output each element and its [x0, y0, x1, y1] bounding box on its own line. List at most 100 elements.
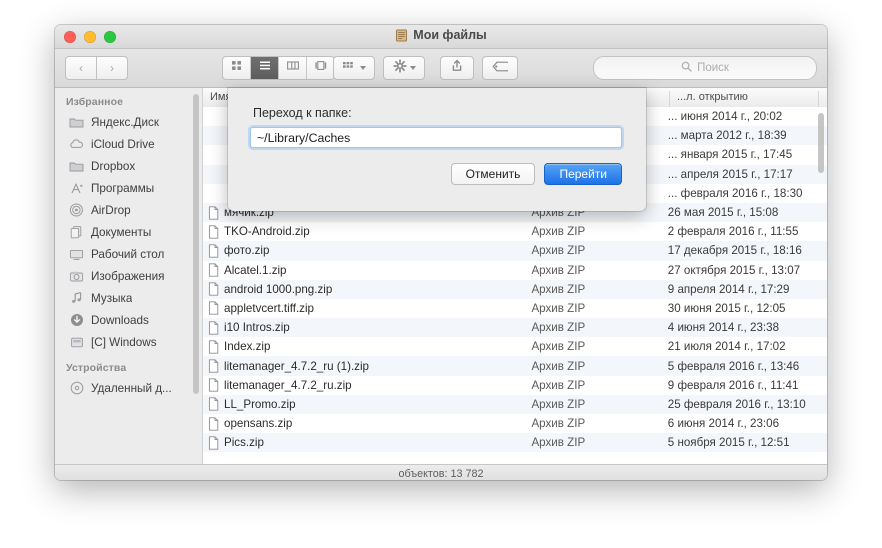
- forward-button[interactable]: ›: [97, 56, 128, 80]
- sidebar-item-dropbox[interactable]: Dropbox: [55, 155, 202, 177]
- file-kind-cell: Архив ZIP: [531, 244, 667, 257]
- file-date-cell: 5 февраля 2016 г., 13:46: [668, 360, 827, 373]
- chevron-right-icon: ›: [110, 61, 114, 75]
- sidebar-item-desktop[interactable]: Рабочий стол: [55, 243, 202, 265]
- chevron-left-icon: ‹: [79, 61, 83, 75]
- file-name-cell: Index.zip: [203, 340, 531, 354]
- zip-file-icon: [208, 263, 219, 277]
- sidebar-item-c-windows[interactable]: [C] Windows: [55, 331, 202, 353]
- file-name-text: litemanager_4.7.2_ru (1).zip: [224, 360, 369, 373]
- window-titlebar[interactable]: Мои файлы: [55, 25, 827, 49]
- documents-icon: [69, 225, 84, 240]
- search-field[interactable]: Поиск: [593, 56, 817, 80]
- file-name-cell: i10 Intros.zip: [203, 321, 531, 335]
- goto-folder-label: Переход к папке:: [253, 106, 352, 120]
- table-row[interactable]: android 1000.png.zip Архив ZIP 9 апреля …: [203, 280, 827, 299]
- file-name-cell: appletvcert.tiff.zip: [203, 301, 531, 315]
- back-button[interactable]: ‹: [65, 56, 97, 80]
- file-name-cell: litemanager_4.7.2_ru (1).zip: [203, 359, 531, 373]
- sidebar-item-label: Программы: [91, 182, 154, 195]
- applications-icon: [69, 181, 84, 196]
- table-row[interactable]: TKO-Android.zip Архив ZIP 2 февраля 2016…: [203, 222, 827, 241]
- sidebar-item-label: AirDrop: [91, 204, 131, 217]
- sidebar-item-label: [C] Windows: [91, 336, 157, 349]
- file-name-text: appletvcert.tiff.zip: [224, 302, 314, 315]
- sidebar-item-remote-disc[interactable]: Удаленный д...: [55, 377, 202, 399]
- downloads-icon: [69, 313, 84, 328]
- action-gear-button[interactable]: [383, 56, 425, 80]
- music-note-icon: [69, 291, 84, 306]
- zip-file-icon: [208, 244, 219, 258]
- file-date-cell: 25 февраля 2016 г., 13:10: [668, 398, 827, 411]
- goto-folder-buttons: Отменить Перейти: [451, 163, 622, 185]
- sidebar-item-documents[interactable]: Документы: [55, 221, 202, 243]
- pictures-icon: [69, 269, 84, 284]
- go-button[interactable]: Перейти: [544, 163, 622, 185]
- file-name-cell: litemanager_4.7.2_ru.zip: [203, 378, 531, 392]
- list-view-button[interactable]: [251, 57, 279, 79]
- file-kind-cell: Архив ZIP: [531, 264, 667, 277]
- desktop-background: Мои файлы ‹ ›: [0, 0, 882, 548]
- goto-folder-input[interactable]: ~/Library/Caches: [250, 127, 622, 148]
- window-title-text: Мои файлы: [413, 28, 486, 42]
- table-row[interactable]: litemanager_4.7.2_ru (1).zip Архив ZIP 5…: [203, 356, 827, 375]
- arrange-icon: [342, 59, 357, 77]
- zip-file-icon: [208, 397, 219, 411]
- window-body: Избранное Яндекс.Диск iCloud Drive: [55, 88, 827, 464]
- table-row[interactable]: appletvcert.tiff.zip Архив ZIP 30 июня 2…: [203, 299, 827, 318]
- table-row[interactable]: i10 Intros.zip Архив ZIP 4 июня 2014 г.,…: [203, 318, 827, 337]
- gallery-view-icon: [314, 59, 328, 77]
- sidebar-item-downloads[interactable]: Downloads: [55, 309, 202, 331]
- sidebar-item-applications[interactable]: Программы: [55, 177, 202, 199]
- file-list-scrollbar[interactable]: [818, 113, 824, 173]
- table-row[interactable]: opensans.zip Архив ZIP 6 июня 2014 г., 2…: [203, 414, 827, 433]
- sidebar: Избранное Яндекс.Диск iCloud Drive: [55, 88, 203, 464]
- sidebar-item-icloud-drive[interactable]: iCloud Drive: [55, 133, 202, 155]
- search-placeholder: Поиск: [697, 62, 729, 74]
- file-date-cell: 6 июня 2014 г., 23:06: [668, 417, 827, 430]
- file-date-cell: 17 декабря 2015 г., 18:16: [668, 244, 827, 257]
- sidebar-section-devices-header: Устройства: [55, 353, 202, 377]
- list-view-icon: [258, 59, 272, 77]
- file-name-cell: Pics.zip: [203, 436, 531, 450]
- file-date-cell: ... апреля 2015 г., 17:17: [668, 168, 827, 181]
- sidebar-item-music[interactable]: Музыка: [55, 287, 202, 309]
- table-row[interactable]: Alcatel.1.zip Архив ZIP 27 октября 2015 …: [203, 261, 827, 280]
- table-row[interactable]: litemanager_4.7.2_ru.zip Архив ZIP 9 фев…: [203, 376, 827, 395]
- column-view-button[interactable]: [279, 57, 307, 79]
- icon-view-button[interactable]: [223, 57, 251, 79]
- file-date-cell: 27 октября 2015 г., 13:07: [668, 264, 827, 277]
- table-row[interactable]: Index.zip Архив ZIP 21 июля 2014 г., 17:…: [203, 337, 827, 356]
- status-bar: объектов: 13 782: [55, 464, 827, 480]
- file-date-cell: 5 ноября 2015 г., 12:51: [668, 436, 827, 449]
- share-button[interactable]: [440, 56, 474, 80]
- cancel-button[interactable]: Отменить: [451, 163, 536, 185]
- zip-file-icon: [208, 378, 219, 392]
- sidebar-item-yandex-disk[interactable]: Яндекс.Диск: [55, 111, 202, 133]
- sidebar-scrollbar[interactable]: [193, 94, 199, 394]
- gallery-view-button[interactable]: [307, 57, 334, 79]
- sidebar-item-airdrop[interactable]: AirDrop: [55, 199, 202, 221]
- tag-button[interactable]: [482, 56, 518, 80]
- column-header-date[interactable]: ...л. открытию: [670, 91, 819, 107]
- file-date-cell: ... января 2015 г., 17:45: [668, 148, 827, 161]
- item-count-text: объектов: 13 782: [398, 468, 483, 480]
- desktop-icon: [69, 247, 84, 262]
- arrange-button[interactable]: [333, 56, 375, 80]
- sidebar-item-pictures[interactable]: Изображения: [55, 265, 202, 287]
- table-row[interactable]: Pics.zip Архив ZIP 5 ноября 2015 г., 12:…: [203, 433, 827, 452]
- file-kind-cell: Архив ZIP: [531, 340, 667, 353]
- file-date-cell: 9 апреля 2014 г., 17:29: [668, 283, 827, 296]
- table-row[interactable]: фото.zip Архив ZIP 17 декабря 2015 г., 1…: [203, 241, 827, 260]
- navigation-buttons: ‹ ›: [65, 56, 128, 80]
- window-title: Мои файлы: [55, 28, 827, 42]
- file-date-cell: ... февраля 2016 г., 18:30: [668, 187, 827, 200]
- goto-folder-dialog: Переход к папке: ~/Library/Caches Отмени…: [228, 88, 646, 211]
- file-name-text: Pics.zip: [224, 436, 264, 449]
- toolbar: ‹ ›: [55, 49, 827, 88]
- table-row[interactable]: LL_Promo.zip Архив ZIP 25 февраля 2016 г…: [203, 395, 827, 414]
- file-name-cell: LL_Promo.zip: [203, 397, 531, 411]
- sidebar-item-label: Downloads: [91, 314, 149, 327]
- icon-view-icon: [230, 59, 243, 77]
- file-name-text: android 1000.png.zip: [224, 283, 332, 296]
